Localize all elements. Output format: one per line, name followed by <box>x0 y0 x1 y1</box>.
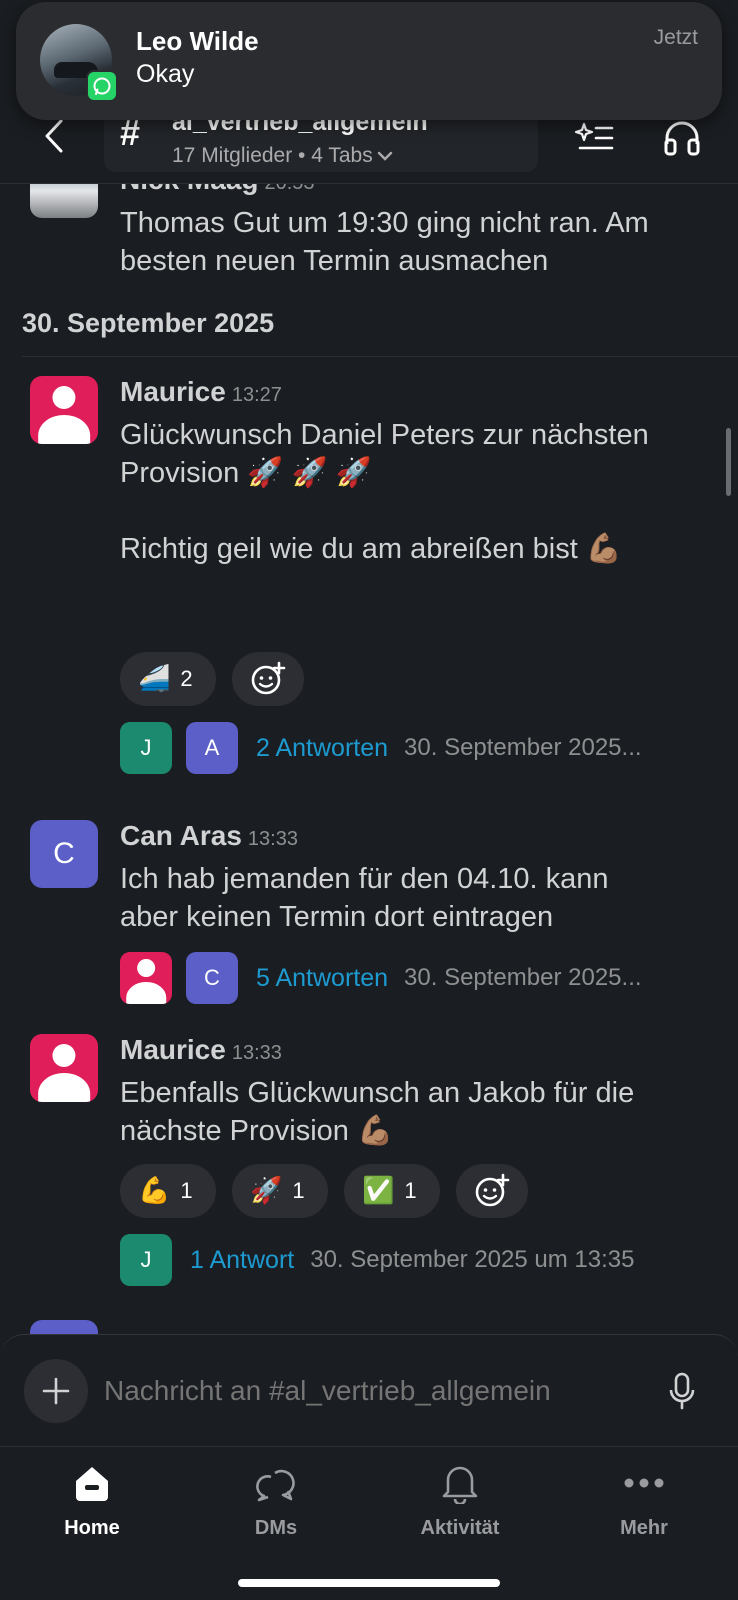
tab-label: Home <box>64 1517 120 1539</box>
message-sender[interactable]: Maurice 13:27 <box>120 376 282 408</box>
add-reaction-icon[interactable] <box>232 652 304 706</box>
message-sender[interactable]: Nick Maag 20:53 <box>120 184 315 196</box>
chevron-down-icon <box>377 151 392 161</box>
sender-name: Maurice <box>120 1034 226 1065</box>
message-text: Thomas Gut um 19:30 ging nicht ran. Am b… <box>120 207 649 277</box>
message-feed[interactable]: Nick Maag 20:53 Thomas Gut um 19:30 ging … <box>0 184 738 1334</box>
tab-bar: Home DMs Aktivität Mehr <box>0 1446 738 1600</box>
message-sender[interactable]: Maurice 13:33 <box>120 1034 282 1066</box>
bell-icon <box>438 1461 482 1505</box>
reply-avatar <box>120 952 172 1004</box>
reaction-chip[interactable]: 💪 1 <box>120 1164 216 1218</box>
message-text: Ich hab jemanden für den 04.10. kann abe… <box>120 863 609 933</box>
message-text-line2: Richtig geil wie du am abreißen bist 💪🏽 <box>120 533 622 565</box>
reply-avatar: J <box>120 1234 172 1286</box>
whatsapp-icon <box>86 70 118 102</box>
reaction-emoji: 🚄 <box>138 664 171 694</box>
thread-time: 30. September 2025... <box>404 964 642 991</box>
reaction-chip[interactable]: 🚀 1 <box>232 1164 328 1218</box>
reaction-chip[interactable]: ✅ 1 <box>344 1164 440 1218</box>
message-sender[interactable]: Can Aras 13:33 <box>120 820 298 852</box>
avatar[interactable] <box>30 184 98 218</box>
sender-name: Can Aras <box>120 820 242 851</box>
message-time: 20:53 <box>265 184 315 194</box>
tab-label: Mehr <box>620 1517 668 1539</box>
thread-time: 30. September 2025... <box>404 734 642 761</box>
reaction-count: 1 <box>180 1178 193 1203</box>
replies-link[interactable]: 2 Antworten <box>256 734 388 763</box>
divider <box>22 356 738 357</box>
thread-time: 30. September 2025 um 13:35 <box>310 1246 635 1273</box>
tab-label: Aktivität <box>420 1517 500 1539</box>
avatar[interactable] <box>30 1320 98 1334</box>
channel-meta: 17 Mitglieder • 4 Tabs <box>172 144 373 167</box>
reply-avatar: A <box>186 722 238 774</box>
notification-banner[interactable]: Leo Wilde Okay Jetzt <box>16 2 722 120</box>
reply-avatar: C <box>186 952 238 1004</box>
tab-more[interactable]: Mehr <box>584 1461 704 1551</box>
reaction-count: 2 <box>180 666 193 691</box>
reaction-chip[interactable]: 🚄 2 <box>120 652 216 706</box>
avatar[interactable] <box>30 376 98 444</box>
reactions: 🚄 2 <box>120 652 304 706</box>
tab-label: DMs <box>254 1517 298 1539</box>
notification-title: Leo Wilde <box>136 26 259 56</box>
tab-activity[interactable]: Aktivität <box>400 1461 520 1551</box>
reaction-emoji: ✅ <box>362 1176 395 1206</box>
replies-link[interactable]: 5 Antworten <box>256 964 388 993</box>
reaction-count: 1 <box>292 1178 305 1203</box>
message-input[interactable] <box>104 1371 644 1411</box>
back-icon[interactable] <box>36 114 72 158</box>
add-reaction-icon[interactable] <box>456 1164 528 1218</box>
dms-icon <box>254 1461 298 1505</box>
message-composer <box>0 1334 738 1446</box>
replies-link[interactable]: 1 Antwort <box>190 1246 294 1275</box>
tab-dms[interactable]: DMs <box>216 1461 336 1551</box>
message-time: 13:33 <box>231 1042 282 1064</box>
notification-time: Jetzt <box>653 26 698 49</box>
microphone-icon[interactable] <box>664 1369 700 1413</box>
notification-body: Okay <box>136 60 195 88</box>
headphones-icon[interactable] <box>660 116 704 160</box>
message-time: 13:27 <box>231 384 282 406</box>
message-text: Ebenfalls Glückwunsch an Jakob für die n… <box>120 1077 635 1147</box>
thread-summary[interactable]: J A 2 Antworten 30. September 2025... <box>120 722 642 774</box>
sparkle-list-icon[interactable] <box>572 116 616 160</box>
reactions: 💪 1 🚀 1 ✅ 1 <box>120 1164 528 1218</box>
avatar[interactable] <box>30 1034 98 1102</box>
reply-avatar: J <box>120 722 172 774</box>
reaction-count: 1 <box>404 1178 417 1203</box>
reaction-emoji: 💪 <box>138 1176 171 1206</box>
channel-subtitle: 17 Mitglieder • 4 Tabs <box>172 144 393 168</box>
thread-summary[interactable]: J 1 Antwort 30. September 2025 um 13:35 <box>120 1234 634 1286</box>
home-indicator[interactable] <box>238 1579 500 1587</box>
more-icon <box>622 1461 666 1505</box>
tab-home[interactable]: Home <box>32 1461 152 1551</box>
scrollbar[interactable] <box>726 428 731 496</box>
message-time: 13:33 <box>247 828 298 850</box>
plus-icon[interactable] <box>24 1359 88 1423</box>
thread-summary[interactable]: C 5 Antworten 30. September 2025... <box>120 952 642 1004</box>
message-text-line1: Glückwunsch Daniel Peters zur nächsten P… <box>120 419 649 489</box>
avatar[interactable]: C <box>30 820 98 888</box>
date-separator: 30. September 2025 <box>22 308 275 338</box>
sender-name: Maurice <box>120 376 226 407</box>
reaction-emoji: 🚀 <box>250 1176 283 1206</box>
home-icon <box>70 1461 114 1505</box>
sender-name: Nick Maag <box>120 184 259 195</box>
